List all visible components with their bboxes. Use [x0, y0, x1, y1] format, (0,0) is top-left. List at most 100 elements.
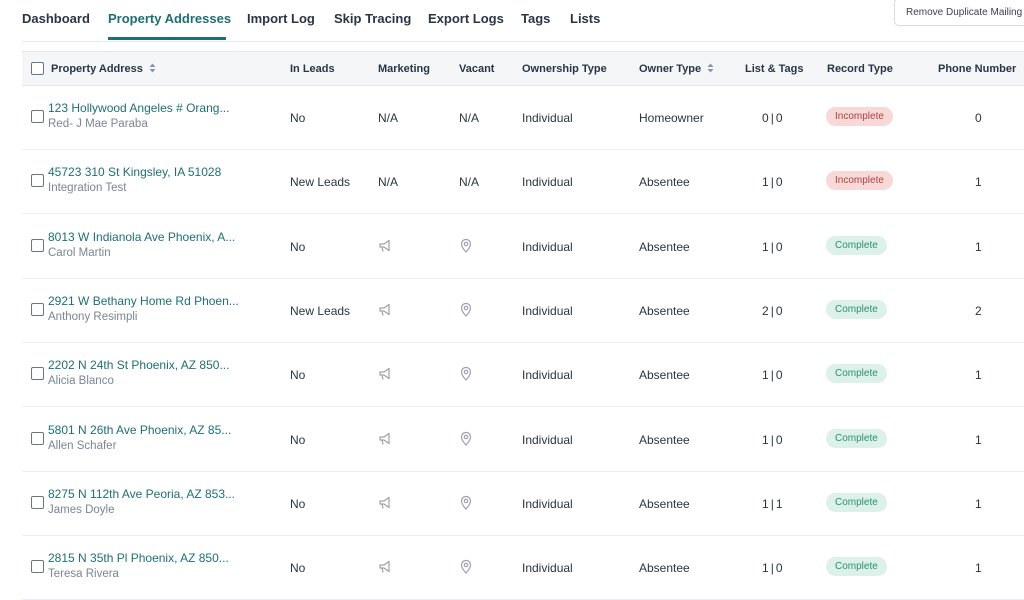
in-leads-value: New Leads: [290, 303, 351, 318]
tab-dashboard[interactable]: Dashboard: [22, 11, 90, 26]
in-leads-value: No: [290, 496, 306, 511]
phone-number-value: 1: [975, 175, 982, 190]
list-tags-value[interactable]: 1 | 0: [762, 561, 783, 575]
list-count: 1: [762, 432, 769, 447]
owner-type-value: Absentee: [639, 432, 690, 447]
owner-type-value: Absentee: [639, 496, 690, 511]
row-checkbox[interactable]: [31, 495, 44, 509]
tab-export-logs[interactable]: Export Logs: [428, 11, 504, 26]
location-pin-icon[interactable]: [459, 366, 473, 382]
tab-lists[interactable]: Lists: [570, 11, 600, 26]
row-checkbox[interactable]: [31, 367, 44, 381]
location-pin-icon[interactable]: [459, 559, 473, 575]
table-row[interactable]: 8013 W Indianola Ave Phoenix, A... Carol…: [22, 215, 1024, 279]
in-leads-value: No: [290, 368, 306, 383]
list-count: 1: [762, 368, 769, 383]
nav-divider: [22, 41, 1024, 42]
tag-count: 0: [775, 111, 783, 125]
tab-tags[interactable]: Tags: [521, 11, 550, 26]
location-pin-icon[interactable]: [459, 431, 473, 447]
megaphone-icon[interactable]: [378, 302, 392, 318]
property-address-link[interactable]: 123 Hollywood Angeles # Orang...: [48, 101, 229, 115]
megaphone-icon[interactable]: [378, 366, 392, 382]
list-count: 0: [762, 111, 769, 125]
ownership-type-value: Individual: [522, 175, 573, 190]
sort-arrows-icon[interactable]: [149, 63, 156, 73]
list-tags-separator: |: [770, 561, 774, 576]
header-owner-type[interactable]: Owner Type: [639, 63, 714, 75]
list-tags-separator: |: [770, 303, 774, 318]
list-tags-value[interactable]: 2 | 0: [762, 304, 783, 318]
table-row[interactable]: 2921 W Bethany Home Rd Phoen... Anthony …: [22, 279, 1024, 343]
header-property-address[interactable]: Property Address: [51, 63, 156, 75]
list-tags-value[interactable]: 1 | 0: [762, 368, 783, 382]
list-tags-value[interactable]: 1 | 1: [762, 497, 783, 511]
record-type-badge: Complete: [826, 299, 887, 319]
location-pin-icon[interactable]: [459, 495, 473, 511]
row-checkbox[interactable]: [31, 174, 44, 188]
property-address-link[interactable]: 2202 N 24th St Phoenix, AZ 850...: [48, 358, 229, 372]
owner-name: Anthony Resimpli: [48, 310, 138, 323]
header-label: Property Address: [51, 63, 143, 75]
location-pin-icon[interactable]: [459, 238, 473, 254]
remove-duplicate-mailing-button[interactable]: Remove Duplicate Mailing: [894, 0, 1024, 26]
tab-property-addresses[interactable]: Property Addresses: [108, 11, 231, 26]
row-checkbox[interactable]: [31, 302, 44, 316]
list-tags-separator: |: [770, 239, 774, 254]
tab-import-log[interactable]: Import Log: [247, 11, 315, 26]
ownership-type-value: Individual: [522, 561, 573, 576]
phone-number-value: 0: [975, 111, 982, 125]
marketing-value: N/A: [378, 111, 399, 125]
record-type-badge: Complete: [826, 492, 887, 512]
table-row[interactable]: 45723 310 St Kingsley, IA 51028 Integrat…: [22, 150, 1024, 215]
row-checkbox[interactable]: [31, 431, 44, 445]
header-ownership-type: Ownership Type: [522, 63, 607, 75]
record-type-badge: Complete: [826, 557, 887, 577]
in-leads-value: New Leads: [290, 175, 351, 190]
record-type-badge: Complete: [826, 235, 887, 255]
megaphone-icon[interactable]: [378, 431, 392, 447]
ownership-type-value: Individual: [522, 368, 573, 383]
property-address-link[interactable]: 8013 W Indianola Ave Phoenix, A...: [48, 230, 235, 244]
table-row[interactable]: 5801 N 26th Ave Phoenix, AZ 85... Allen …: [22, 408, 1024, 472]
vacant-value: N/A: [459, 111, 480, 125]
table-row[interactable]: 8275 N 112th Ave Peoria, AZ 853... James…: [22, 472, 1024, 536]
tab-skip-tracing[interactable]: Skip Tracing: [334, 11, 411, 26]
row-checkbox[interactable]: [31, 238, 44, 252]
table-row[interactable]: 2815 N 35th Pl Phoenix, AZ 850... Teresa…: [22, 536, 1024, 600]
list-tags-value[interactable]: 0 | 0: [762, 111, 783, 125]
property-address-link[interactable]: 45723 310 St Kingsley, IA 51028: [48, 165, 221, 179]
property-address-link[interactable]: 2921 W Bethany Home Rd Phoen...: [48, 294, 239, 308]
record-type-badge: Complete: [826, 364, 887, 384]
row-checkbox[interactable]: [31, 560, 44, 574]
list-tags-separator: |: [770, 111, 774, 125]
marketing-value: N/A: [378, 175, 399, 190]
select-all-checkbox[interactable]: [31, 62, 44, 75]
megaphone-icon[interactable]: [378, 559, 392, 575]
in-leads-value: No: [290, 111, 306, 125]
row-checkbox[interactable]: [31, 110, 44, 123]
owner-name: James Doyle: [48, 503, 115, 516]
table-row[interactable]: 2202 N 24th St Phoenix, AZ 850... Alicia…: [22, 343, 1024, 408]
header-vacant: Vacant: [459, 63, 495, 75]
list-tags-value[interactable]: 1 | 0: [762, 175, 783, 189]
owner-type-value: Absentee: [639, 561, 690, 576]
top-navigation: Dashboard Property Addresses Import Log …: [0, 0, 1024, 42]
property-address-link[interactable]: 8275 N 112th Ave Peoria, AZ 853...: [48, 487, 235, 501]
tag-count: 0: [775, 561, 783, 576]
in-leads-value: No: [290, 432, 306, 447]
list-count: 1: [762, 496, 769, 511]
header-label: Owner Type: [639, 63, 702, 75]
phone-number-value: 2: [975, 303, 982, 318]
table-row[interactable]: 123 Hollywood Angeles # Orang... Red- J …: [22, 86, 1024, 150]
list-tags-value[interactable]: 1 | 0: [762, 433, 783, 447]
sort-arrows-icon[interactable]: [707, 63, 714, 73]
property-address-link[interactable]: 5801 N 26th Ave Phoenix, AZ 85...: [48, 423, 231, 437]
location-pin-icon[interactable]: [459, 302, 473, 318]
megaphone-icon[interactable]: [378, 495, 392, 511]
megaphone-icon[interactable]: [378, 238, 392, 254]
owner-name: Integration Test: [48, 182, 127, 195]
property-address-link[interactable]: 2815 N 35th Pl Phoenix, AZ 850...: [48, 551, 229, 565]
header-record-type: Record Type: [827, 63, 893, 75]
list-tags-value[interactable]: 1 | 0: [762, 240, 783, 254]
